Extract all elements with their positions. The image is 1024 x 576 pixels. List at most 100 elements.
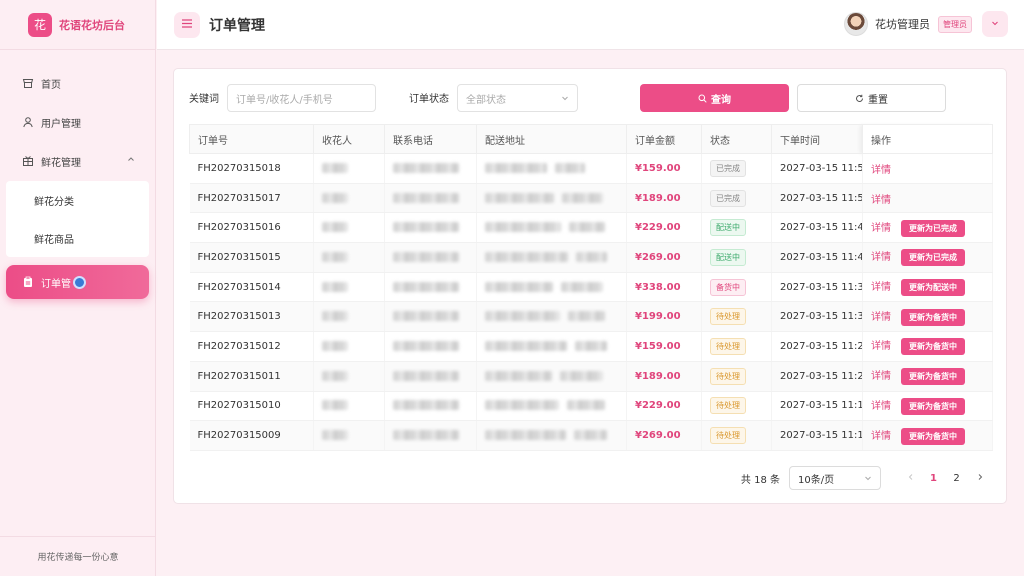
refresh-icon xyxy=(855,94,864,103)
redacted-text xyxy=(567,400,605,411)
page-button-1[interactable]: 1 xyxy=(922,466,945,490)
status-update-button[interactable]: 更新为备货中 xyxy=(901,338,965,356)
phone-cell xyxy=(384,183,477,214)
user-dropdown-button[interactable] xyxy=(982,11,1008,37)
page-button-2[interactable]: 2 xyxy=(945,466,968,490)
avatar[interactable] xyxy=(844,12,868,36)
amount-value: ¥338.00 xyxy=(635,281,681,293)
order-no-cell: FH20270315010 xyxy=(189,391,314,422)
detail-link[interactable]: 详情 xyxy=(871,312,891,323)
redacted-text xyxy=(322,162,348,173)
recipient-cell xyxy=(313,272,385,303)
recipient-cell xyxy=(313,242,385,273)
address-cell xyxy=(476,272,627,303)
cursor-indicator xyxy=(73,275,86,289)
status-badge: 已完成 xyxy=(710,159,746,177)
redacted-text xyxy=(322,340,348,351)
phone-cell xyxy=(384,331,477,362)
redacted-text xyxy=(485,192,554,203)
table-row: FH20270315014 ¥338.00 备货中 2027-03-15 11:35 详… xyxy=(189,272,993,303)
chevron-left-icon xyxy=(907,473,915,484)
detail-link[interactable]: 详情 xyxy=(871,371,891,382)
redacted-text xyxy=(393,430,459,441)
time-cell: 2027-03-15 11:10 xyxy=(771,420,863,451)
redacted-text xyxy=(485,251,568,262)
sidebar-item-label: 订单管 xyxy=(41,278,71,290)
status-update-button[interactable]: 更新为备货中 xyxy=(901,368,965,386)
pagination: 共 18 条 10条/页 1 2 xyxy=(741,466,991,490)
detail-link[interactable]: 详情 xyxy=(871,195,891,206)
redacted-text xyxy=(322,222,348,233)
status-update-button[interactable]: 更新为备货中 xyxy=(901,427,965,445)
actions-cell: 详情 更新为备货中 xyxy=(862,361,993,392)
status-update-button[interactable]: 更新为配送中 xyxy=(901,279,965,297)
recipient-cell xyxy=(313,183,385,214)
address-cell xyxy=(476,212,627,244)
amount-value: ¥229.00 xyxy=(635,400,681,412)
brand-name: 花语花坊后台 xyxy=(59,18,125,32)
redacted-text xyxy=(322,400,348,411)
sidebar-item-flowers[interactable]: 鲜花管理 xyxy=(6,142,149,180)
detail-link[interactable]: 详情 xyxy=(871,431,891,442)
status-cell: 已完成 xyxy=(701,183,772,214)
menu-toggle-button[interactable] xyxy=(174,11,200,38)
status-select[interactable]: 全部状态 xyxy=(457,84,578,112)
status-badge: 待处理 xyxy=(710,427,746,445)
status-cell: 待处理 xyxy=(701,301,772,333)
chevron-down-icon xyxy=(561,94,569,105)
detail-link[interactable]: 详情 xyxy=(871,401,891,412)
col-header-address: 配送地址 xyxy=(476,124,627,154)
table-row: FH20270315016 ¥229.00 配送中 2027-03-15 11:45 详… xyxy=(189,212,993,244)
status-update-button[interactable]: 更新为备货中 xyxy=(901,397,965,415)
phone-cell xyxy=(384,361,477,392)
status-label: 订单状态 xyxy=(409,94,449,105)
page-size-select[interactable]: 10条/页 xyxy=(789,466,881,490)
brand-logo: 花 xyxy=(28,12,52,37)
next-page-button[interactable] xyxy=(968,466,991,490)
sidebar-item-users[interactable]: 用户管理 xyxy=(6,103,149,141)
status-update-button[interactable]: 更新为已完成 xyxy=(901,249,965,267)
keyword-input[interactable]: 订单号/收花人/手机号 xyxy=(227,84,376,112)
recipient-cell xyxy=(313,212,385,244)
detail-link[interactable]: 详情 xyxy=(871,252,891,263)
table-row: FH20270315013 ¥199.00 待处理 2027-03-15 11:30 详… xyxy=(189,301,993,333)
query-button[interactable]: 查询 xyxy=(640,84,789,112)
sidebar-item-flower-products[interactable]: 鲜花商品 xyxy=(6,219,149,257)
order-no-cell: FH20270315015 xyxy=(189,242,314,273)
status-cell: 配送中 xyxy=(701,212,772,244)
status-update-button[interactable]: 更新为备货中 xyxy=(901,308,965,326)
address-cell xyxy=(476,153,627,184)
time-cell: 2027-03-15 11:55 xyxy=(771,153,863,184)
total-count: 共 18 条 xyxy=(740,474,780,486)
user-menu: 花坊管理员 管理员 xyxy=(844,11,1008,37)
sidebar-item-flower-categories[interactable]: 鲜花分类 xyxy=(6,181,149,219)
redacted-text xyxy=(485,430,566,441)
time-cell: 2027-03-15 11:35 xyxy=(771,272,863,303)
detail-link[interactable]: 详情 xyxy=(871,341,891,352)
address-cell xyxy=(476,301,627,333)
chevron-up-icon xyxy=(127,155,135,166)
amount-cell: ¥199.00 xyxy=(626,301,702,333)
role-badge: 管理员 xyxy=(938,15,972,33)
phone-cell xyxy=(384,272,477,303)
sidebar-item-home[interactable]: 首页 xyxy=(6,64,149,102)
reset-button[interactable]: 重置 xyxy=(797,84,946,112)
redacted-text xyxy=(485,370,552,381)
orders-card: 关键词 订单号/收花人/手机号 订单状态 全部状态 查询 重置 订单号 收花人 … xyxy=(173,68,1007,504)
phone-cell xyxy=(384,153,477,184)
detail-link[interactable]: 详情 xyxy=(871,165,891,176)
sidebar-item-orders[interactable]: 订单管 xyxy=(6,265,149,299)
detail-link[interactable]: 详情 xyxy=(871,223,891,234)
col-header-amount: 订单金额 xyxy=(626,124,702,154)
table-row: FH20270315015 ¥269.00 配送中 2027-03-15 11:40 详… xyxy=(189,242,993,273)
amount-value: ¥159.00 xyxy=(635,340,681,352)
status-update-button[interactable]: 更新为已完成 xyxy=(901,219,965,237)
detail-link[interactable]: 详情 xyxy=(871,282,891,293)
orders-table: 订单号 收花人 联系电话 配送地址 订单金额 状态 下单时间 操作 FH2027… xyxy=(189,124,993,451)
redacted-text xyxy=(485,281,553,292)
prev-page-button[interactable] xyxy=(899,466,922,490)
recipient-cell xyxy=(313,361,385,392)
reset-button-label: 重置 xyxy=(868,94,888,106)
redacted-text xyxy=(576,251,607,262)
status-badge: 配送中 xyxy=(710,248,746,266)
